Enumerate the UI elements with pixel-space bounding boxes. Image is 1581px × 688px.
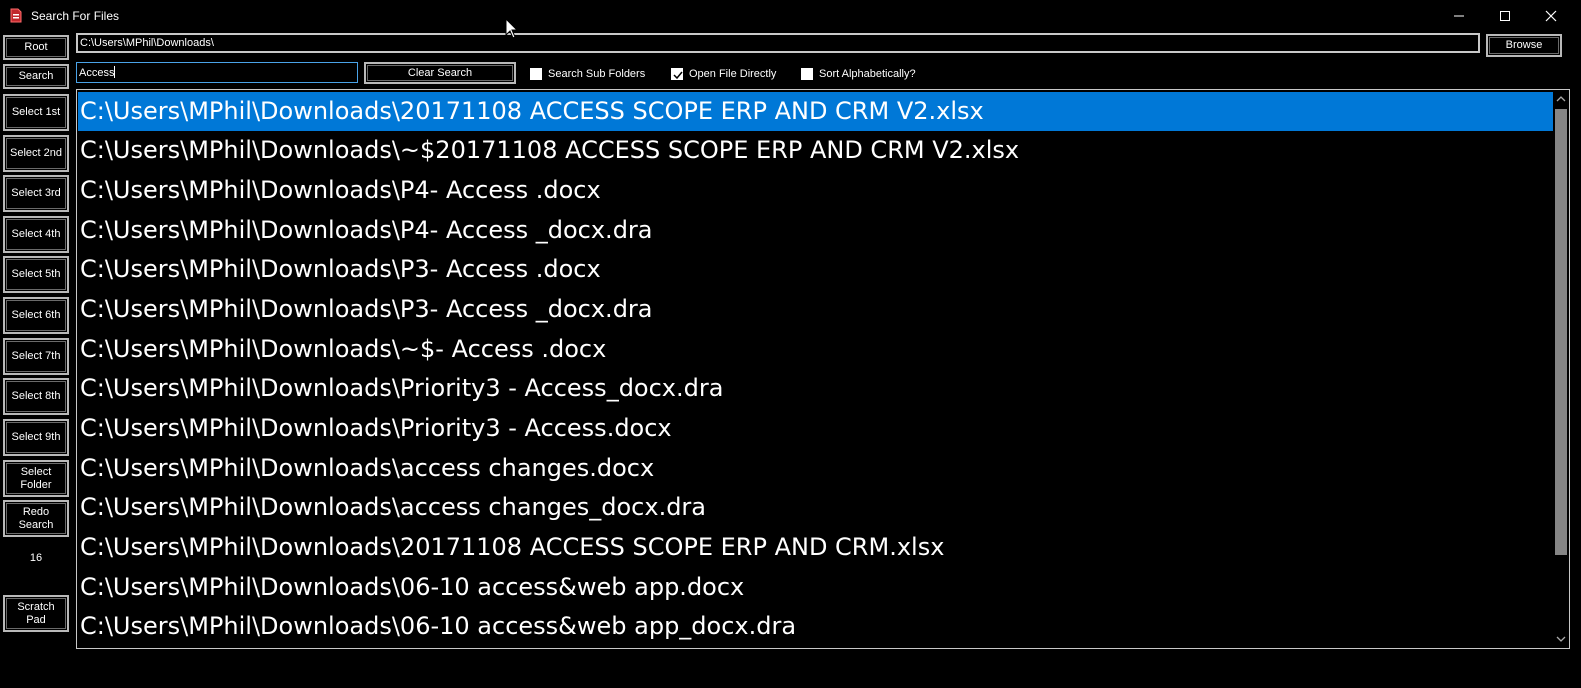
list-item[interactable]: C:\Users\MPhil\Downloads\access changes_…	[78, 488, 1554, 527]
search-input-value: Access	[79, 67, 115, 79]
browse-button[interactable]: Browse	[1486, 34, 1562, 57]
redo-search-button[interactable]: Redo Search	[3, 500, 69, 537]
select-2nd-button[interactable]: Select 2nd	[3, 135, 69, 172]
list-item[interactable]: C:\Users\MPhil\Downloads\20171108 ACCESS…	[78, 528, 1554, 567]
minimize-button[interactable]	[1436, 0, 1482, 32]
window-title: Search For Files	[31, 9, 120, 23]
search-button[interactable]: Search	[3, 64, 69, 89]
select-folder-button[interactable]: Select Folder	[3, 460, 69, 497]
sort-alphabetically-checkbox[interactable]	[801, 68, 813, 80]
close-icon	[1545, 10, 1557, 22]
select-7th-button[interactable]: Select 7th	[3, 338, 69, 375]
list-item[interactable]: C:\Users\MPhil\Downloads\P3- Access .doc…	[78, 250, 1554, 289]
sort-alphabetically-label: Sort Alphabetically?	[819, 68, 916, 80]
document-red-icon	[10, 8, 22, 23]
list-item[interactable]: C:\Users\MPhil\Downloads\P4- Access _doc…	[78, 211, 1554, 250]
text-caret	[114, 66, 116, 78]
list-item[interactable]: C:\Users\MPhil\Downloads\06-10 access&we…	[78, 568, 1554, 607]
search-input[interactable]: Access	[76, 62, 358, 83]
result-count: 16	[29, 552, 43, 564]
maximize-button[interactable]	[1482, 0, 1528, 32]
scratch-pad-button[interactable]: Scratch Pad	[3, 595, 69, 632]
mouse-cursor-icon	[505, 18, 519, 39]
list-item[interactable]: C:\Users\MPhil\Downloads\~$- Access .doc…	[78, 330, 1554, 369]
select-4th-button[interactable]: Select 4th	[3, 216, 69, 253]
select-5th-button[interactable]: Select 5th	[3, 256, 69, 293]
list-item[interactable]: C:\Users\MPhil\Downloads\~$20171108 ACCE…	[78, 131, 1554, 170]
select-6th-button[interactable]: Select 6th	[3, 297, 69, 334]
checkmark-icon	[673, 71, 683, 80]
minimize-icon	[1454, 15, 1464, 17]
results-scrollbar[interactable]	[1553, 90, 1569, 648]
list-item[interactable]: C:\Users\MPhil\Downloads\20171108 ACCESS…	[78, 92, 1554, 131]
maximize-icon	[1500, 11, 1510, 21]
clear-search-button[interactable]: Clear Search	[364, 62, 516, 84]
close-button[interactable]	[1528, 0, 1574, 32]
path-input[interactable]: C:\Users\MPhil\Downloads\	[76, 33, 1480, 53]
list-item[interactable]: C:\Users\MPhil\Downloads\P4- Access .doc…	[78, 171, 1554, 210]
search-subfolders-label: Search Sub Folders	[548, 68, 646, 80]
list-item[interactable]: C:\Users\MPhil\Downloads\Priority3 - Acc…	[78, 369, 1554, 408]
open-file-directly-checkbox[interactable]	[671, 68, 683, 80]
list-item[interactable]: C:\Users\MPhil\Downloads\06-10 access&we…	[78, 607, 1554, 646]
select-3rd-button[interactable]: Select 3rd	[3, 175, 69, 212]
search-subfolders-checkbox[interactable]	[530, 68, 542, 80]
scroll-up-button[interactable]	[1553, 90, 1569, 107]
select-8th-button[interactable]: Select 8th	[3, 378, 69, 415]
list-item[interactable]: C:\Users\MPhil\Downloads\access changes.…	[78, 449, 1554, 488]
select-1st-button[interactable]: Select 1st	[3, 94, 69, 131]
results-list[interactable]: C:\Users\MPhil\Downloads\20171108 ACCESS…	[76, 89, 1570, 649]
list-item[interactable]: C:\Users\MPhil\Downloads\Priority3 - Acc…	[78, 409, 1554, 448]
root-button[interactable]: Root	[3, 35, 69, 60]
title-bar: Search For Files	[0, 0, 1581, 32]
chevron-down-icon	[1556, 636, 1566, 642]
select-9th-button[interactable]: Select 9th	[3, 419, 69, 456]
chevron-up-icon	[1556, 96, 1566, 102]
scroll-thumb[interactable]	[1555, 109, 1567, 555]
open-file-directly-label: Open File Directly	[689, 68, 777, 80]
scroll-down-button[interactable]	[1553, 631, 1569, 648]
list-item[interactable]: C:\Users\MPhil\Downloads\P3- Access _doc…	[78, 290, 1554, 329]
